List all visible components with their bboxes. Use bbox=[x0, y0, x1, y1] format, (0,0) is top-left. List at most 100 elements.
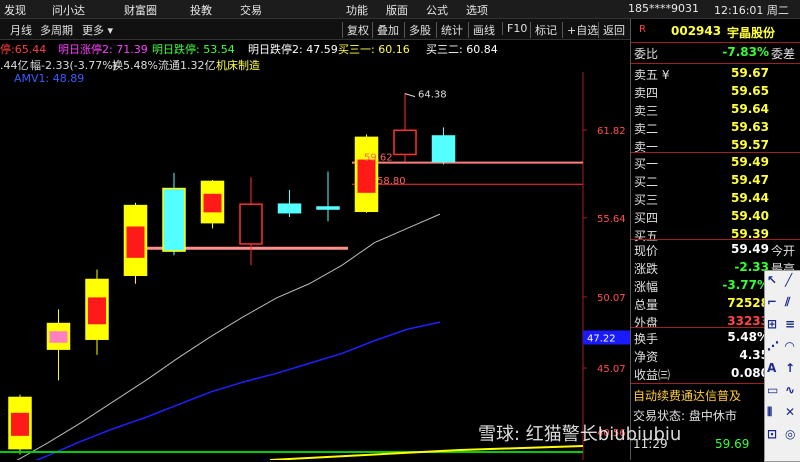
limit-up-value: 停:65.44 bbox=[0, 43, 47, 56]
multi-stock-button[interactable]: 多股 bbox=[404, 22, 431, 38]
stat-label: 涨幅 bbox=[634, 280, 659, 294]
candlestick-chart[interactable]: 61.8255.6450.0745.0740.5647.2264.3859.62… bbox=[0, 72, 630, 460]
candle-body bbox=[239, 203, 263, 245]
indicator-line-1: 停:65.44 明日涨停2: 71.39 明日跌停: 53.54 明日跌停2: … bbox=[0, 40, 630, 56]
ask-row: 卖五 ¥ 59.67 bbox=[631, 64, 800, 83]
next-limit-up-2: 明日涨停2: 71.39 bbox=[58, 43, 148, 56]
stat2-label: 换手 bbox=[634, 332, 659, 346]
parallel-tool-icon[interactable]: ⫽ bbox=[785, 295, 790, 310]
cycle-tool-icon[interactable]: ⦀ bbox=[767, 405, 772, 420]
ray-tool-icon[interactable]: ⌐ bbox=[767, 295, 777, 309]
stock-name: 宇晶股份 bbox=[727, 26, 776, 40]
hide-tool-icon[interactable]: ◎ bbox=[785, 427, 795, 441]
menu-item-function[interactable]: 功能 bbox=[346, 2, 368, 18]
channel-tool-icon[interactable]: ⊞ bbox=[767, 317, 777, 331]
industry-label: 机床制造 bbox=[216, 59, 260, 72]
ask-row: 卖四 59.65 bbox=[631, 82, 800, 101]
delete-tool-icon[interactable]: ✕ bbox=[785, 405, 795, 419]
drawing-tool-palette[interactable]: ↖ ╱ ⌐ ⫽ ⊞ ≡ ⋰ ◠ A ↑ ▭ ∿ ⦀ ✕ ⊡ ◎ bbox=[764, 270, 800, 462]
menu-item-education[interactable]: 投教 bbox=[190, 2, 212, 18]
y-tick-label: 55.64 bbox=[597, 214, 626, 225]
bid-row: 买四 59.40 bbox=[631, 207, 800, 226]
chart-toolbar: 月线 多周期 更多 ▾ 复权 叠加 多股 统计 画线 F10 标记 +自选 返回 bbox=[0, 19, 630, 40]
f10-button[interactable]: F10 bbox=[502, 22, 527, 35]
diff-label: 委差 bbox=[771, 47, 796, 61]
statistics-button[interactable]: 统计 bbox=[436, 22, 463, 38]
bid-label: 买四 bbox=[634, 211, 659, 225]
stat-value: 59.49 bbox=[731, 242, 769, 256]
menu-item-layout[interactable]: 版面 bbox=[386, 2, 408, 18]
high-annotation-pointer bbox=[404, 93, 416, 98]
wave-tool-icon[interactable]: ∿ bbox=[785, 383, 795, 397]
bid-row: 买三 59.44 bbox=[631, 189, 800, 208]
bid-label: 买三 bbox=[634, 193, 659, 207]
back-button[interactable]: 返回 bbox=[598, 22, 625, 38]
menu-item-formula[interactable]: 公式 bbox=[426, 2, 448, 18]
menu-item-options[interactable]: 选项 bbox=[466, 2, 488, 18]
stat-label: 现价 bbox=[634, 244, 659, 258]
draw-line-button[interactable]: 画线 bbox=[468, 22, 495, 38]
price-marker-label: 47.22 bbox=[587, 333, 616, 344]
stat-label: 总量 bbox=[634, 298, 659, 312]
stock-code: 002943 bbox=[671, 24, 722, 38]
high-annotation: 64.38 bbox=[418, 90, 447, 101]
bid-value: 59.40 bbox=[731, 209, 769, 223]
ask-value: 59.67 bbox=[731, 66, 769, 80]
cursor-tool-icon[interactable]: ↖ bbox=[767, 273, 777, 287]
tab-more[interactable]: 更多 ▾ bbox=[82, 22, 113, 38]
restore-rights-button[interactable]: 复权 bbox=[342, 22, 369, 38]
stat-row: 现价 59.49 今开 bbox=[631, 240, 800, 259]
ask-label: 卖五 ¥ bbox=[634, 68, 670, 82]
ask-label: 卖三 bbox=[634, 104, 659, 118]
menu-item-wenxiaoda[interactable]: 问小达 bbox=[52, 2, 85, 18]
turnover-value: 换5.48% bbox=[112, 59, 158, 72]
mark-button[interactable]: 标记 bbox=[530, 22, 557, 38]
add-watchlist-button[interactable]: +自选 bbox=[562, 22, 598, 38]
ma-white-line bbox=[16, 213, 441, 460]
menu-item-discover[interactable]: 发现 bbox=[4, 2, 26, 18]
arrow-tool-icon[interactable]: ↑ bbox=[785, 361, 795, 375]
y-tick-label: 50.07 bbox=[597, 293, 626, 304]
tab-monthly[interactable]: 月线 bbox=[10, 22, 32, 38]
buy3-1: 买三一: 60.16 bbox=[338, 43, 410, 56]
stat-label-2: 今开 bbox=[771, 244, 796, 258]
lock-tool-icon[interactable]: ⊡ bbox=[767, 427, 777, 441]
bid-row: 买一 59.49 bbox=[631, 153, 800, 172]
amount-value: .44亿 bbox=[0, 59, 29, 72]
ma-blue-line bbox=[34, 321, 441, 460]
change-value: 幅-2.33(-3.77%) bbox=[30, 59, 117, 72]
gann-tool-icon[interactable]: ⋰ bbox=[767, 339, 779, 353]
candle-inner bbox=[88, 297, 106, 325]
bid-label: 买一 bbox=[634, 157, 659, 171]
ask-value: 59.57 bbox=[731, 138, 769, 152]
watermark: 雪球: 红猫警长biubiubiu bbox=[478, 424, 682, 445]
arc-tool-icon[interactable]: ◠ bbox=[785, 339, 794, 353]
bid-value: 59.47 bbox=[731, 173, 769, 187]
rect-tool-icon[interactable]: ▭ bbox=[767, 383, 778, 397]
text-tool-icon[interactable]: A bbox=[767, 361, 776, 375]
candle-inner bbox=[11, 412, 29, 436]
buy3-2: 买三二: 60.84 bbox=[426, 43, 498, 56]
ask-row: 卖三 59.64 bbox=[631, 100, 800, 119]
overlay-button[interactable]: 叠加 bbox=[372, 22, 399, 38]
stock-header: R 002943 宇晶股份 bbox=[631, 22, 800, 41]
candle-body bbox=[393, 129, 417, 156]
support-annotation: 59.62 bbox=[364, 152, 393, 163]
bid-label: 买二 bbox=[634, 175, 659, 189]
line-tool-icon[interactable]: ╱ bbox=[785, 273, 792, 287]
stat2-label: 净资 bbox=[634, 350, 659, 364]
stat-value: 72528 bbox=[727, 296, 769, 310]
stat-label: 涨跌 bbox=[634, 262, 659, 276]
tab-multi-period[interactable]: 多周期 bbox=[40, 22, 73, 38]
stat-value: -3.77% bbox=[722, 278, 769, 292]
candle-inner bbox=[203, 193, 222, 213]
ask-label: 卖四 bbox=[634, 86, 659, 100]
menu-item-wealth[interactable]: 财富圈 bbox=[124, 2, 157, 18]
ticker-text: 自动续费通达信普及 bbox=[633, 389, 742, 403]
menu-item-trade[interactable]: 交易 bbox=[240, 2, 262, 18]
ask-value: 59.64 bbox=[731, 102, 769, 116]
candle-body bbox=[431, 135, 456, 163]
fib-tool-icon[interactable]: ≡ bbox=[785, 317, 795, 331]
last-price: 59.69 bbox=[715, 437, 750, 451]
ratio-value: -7.83% bbox=[722, 45, 769, 59]
